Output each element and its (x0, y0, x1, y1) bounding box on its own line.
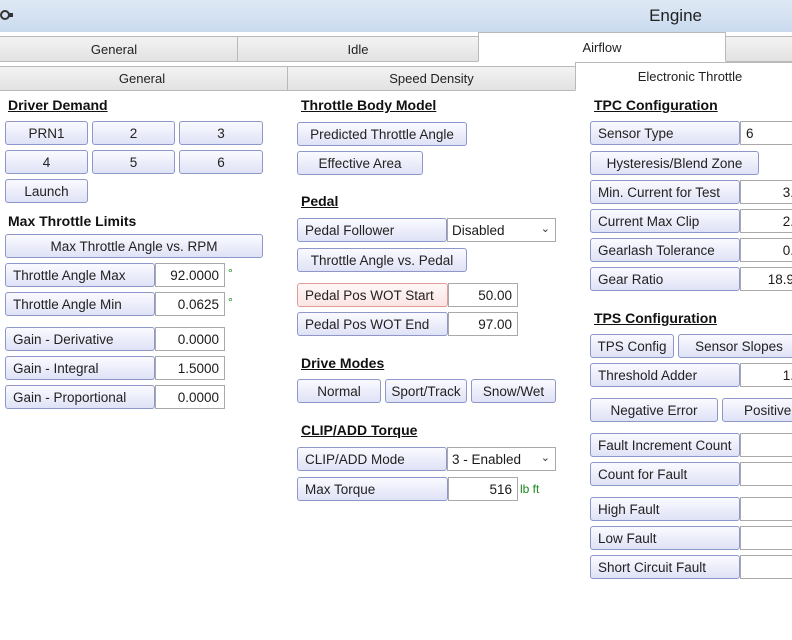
tab-more[interactable] (725, 36, 792, 62)
throttle-angle-max-input[interactable]: 92.0000 (155, 263, 225, 287)
pedal-heading: Pedal (301, 193, 339, 209)
sport-track-button[interactable]: Sport/Track (385, 379, 467, 403)
subtab-general[interactable]: General (0, 66, 288, 91)
throttle-angle-vs-pedal-button[interactable]: Throttle Angle vs. Pedal (297, 248, 467, 272)
chevron-down-icon: ⌄ (540, 452, 550, 464)
throttle-angle-max-label: Throttle Angle Max (5, 263, 155, 287)
snow-wet-button[interactable]: Snow/Wet (471, 379, 556, 403)
normal-mode-button[interactable]: Normal (297, 379, 381, 403)
gear-5-button[interactable]: 5 (92, 150, 175, 174)
pedal-wot-start-input[interactable]: 50.00 (448, 283, 518, 307)
high-fault-label: High Fault (590, 497, 740, 521)
clip-add-heading: CLIP/ADD Torque (301, 422, 418, 438)
tab-airflow[interactable]: Airflow (478, 32, 726, 62)
short-circuit-fault-input[interactable] (740, 555, 792, 579)
gear-ratio-label: Gear Ratio (590, 267, 740, 291)
short-circuit-fault-label: Short Circuit Fault (590, 555, 740, 579)
prn1-button[interactable]: PRN1 (5, 121, 88, 145)
fault-increment-count-label: Fault Increment Count (590, 433, 740, 457)
low-fault-label: Low Fault (590, 526, 740, 550)
predicted-throttle-angle-button[interactable]: Predicted Throttle Angle (297, 122, 467, 146)
min-current-label: Min. Current for Test (590, 180, 740, 204)
chevron-down-icon: ⌄ (540, 223, 550, 235)
gain-proportional-input[interactable]: 0.0000 (155, 385, 225, 409)
threshold-adder-label: Threshold Adder (590, 363, 740, 387)
gear-3-button[interactable]: 3 (179, 121, 263, 145)
pedal-wot-end-label: Pedal Pos WOT End (297, 312, 448, 336)
current-max-clip-input[interactable]: 2. (740, 209, 792, 233)
max-torque-input[interactable]: 516 (448, 477, 518, 501)
sensor-type-label: Sensor Type (590, 121, 740, 145)
gain-proportional-label: Gain - Proportional (5, 385, 155, 409)
tab-general[interactable]: General (0, 36, 238, 62)
positive-error-button[interactable]: Positive (722, 398, 792, 422)
max-throttle-angle-rpm-button[interactable]: Max Throttle Angle vs. RPM (5, 234, 263, 258)
clip-add-mode-label: CLIP/ADD Mode (297, 447, 447, 471)
max-throttle-heading: Max Throttle Limits (8, 213, 137, 229)
subtab-electronic-throttle[interactable]: Electronic Throttle (575, 62, 792, 91)
app-icon (0, 10, 13, 20)
gear-ratio-input[interactable]: 18.9 (740, 267, 792, 291)
degree-unit: ° (228, 266, 233, 280)
tab-idle[interactable]: Idle (237, 36, 479, 62)
current-max-clip-label: Current Max Clip (590, 209, 740, 233)
min-current-input[interactable]: 3. (740, 180, 792, 204)
torque-unit: lb ft (520, 482, 540, 496)
clip-add-mode-select[interactable]: 3 - Enabled ⌄ (447, 447, 556, 471)
high-fault-input[interactable] (740, 497, 792, 521)
launch-button[interactable]: Launch (5, 179, 88, 203)
gain-integral-input[interactable]: 1.5000 (155, 356, 225, 380)
tpc-heading: TPC Configuration (594, 97, 718, 113)
threshold-adder-input[interactable]: 1. (740, 363, 792, 387)
hysteresis-blend-zone-button[interactable]: Hysteresis/Blend Zone (590, 151, 759, 175)
gear-6-button[interactable]: 6 (179, 150, 263, 174)
gearlash-tolerance-input[interactable]: 0. (740, 238, 792, 262)
gain-integral-label: Gain - Integral (5, 356, 155, 380)
count-for-fault-input[interactable] (740, 462, 792, 486)
gear-2-button[interactable]: 2 (92, 121, 175, 145)
gear-4-button[interactable]: 4 (5, 150, 88, 174)
title-bar: Engine (0, 0, 792, 32)
max-torque-label: Max Torque (297, 477, 448, 501)
subtab-speed-density[interactable]: Speed Density (287, 66, 576, 91)
drive-modes-heading: Drive Modes (301, 355, 385, 371)
pedal-follower-select[interactable]: Disabled ⌄ (447, 218, 556, 242)
sensor-slopes-button[interactable]: Sensor Slopes (678, 334, 792, 358)
degree-unit: ° (228, 295, 233, 309)
low-fault-input[interactable] (740, 526, 792, 550)
pedal-wot-start-label: Pedal Pos WOT Start (297, 283, 448, 307)
pedal-follower-value: Disabled (452, 222, 505, 238)
gain-derivative-label: Gain - Derivative (5, 327, 155, 351)
throttle-angle-min-input[interactable]: 0.0625 (155, 292, 225, 316)
gearlash-tolerance-label: Gearlash Tolerance (590, 238, 740, 262)
throttle-body-heading: Throttle Body Model (301, 97, 437, 113)
effective-area-button[interactable]: Effective Area (297, 151, 423, 175)
tps-config-button[interactable]: TPS Config (590, 334, 674, 358)
tps-heading: TPS Configuration (594, 310, 717, 326)
negative-error-button[interactable]: Negative Error (590, 398, 718, 422)
throttle-angle-min-label: Throttle Angle Min (5, 292, 155, 316)
count-for-fault-label: Count for Fault (590, 462, 740, 486)
pedal-wot-end-input[interactable]: 97.00 (448, 312, 518, 336)
fault-increment-count-input[interactable] (740, 433, 792, 457)
pedal-follower-label: Pedal Follower (297, 218, 447, 242)
gain-derivative-input[interactable]: 0.0000 (155, 327, 225, 351)
driver-demand-heading: Driver Demand (8, 97, 108, 113)
clip-add-mode-value: 3 - Enabled (452, 451, 522, 467)
sensor-type-input[interactable]: 6 (740, 121, 792, 145)
window-title: Engine (649, 6, 702, 25)
